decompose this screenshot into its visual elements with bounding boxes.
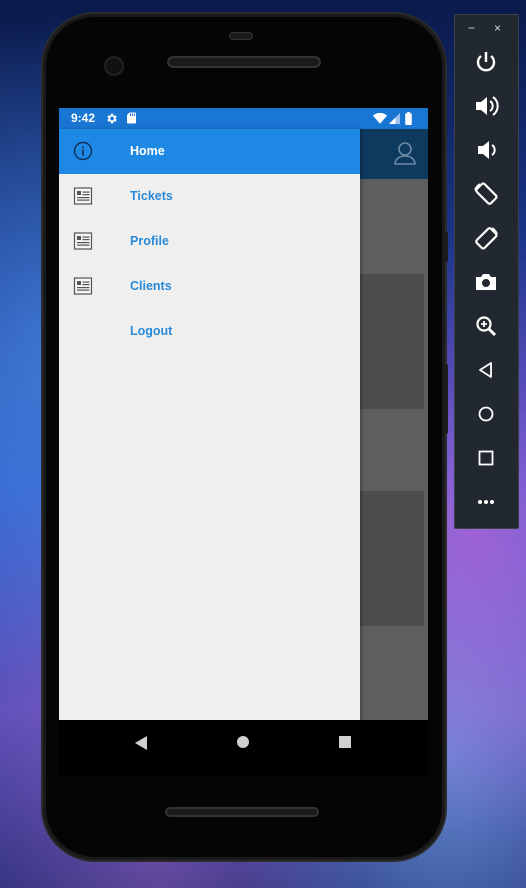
battery-icon [405,112,412,125]
drawer-item-label: Profile [130,234,169,248]
phone-frame: 9:42 Home Tickets Profile Clients Logout [43,14,448,860]
drawer-item-profile[interactable]: Profile [59,219,360,264]
content-card [359,491,424,626]
drawer-item-tickets[interactable]: Tickets [59,174,360,219]
drawer-item-label: Home [130,144,165,158]
rotate-left-icon[interactable] [473,181,499,207]
list-icon [73,187,93,205]
signal-icon [389,113,400,124]
drawer-item-clients[interactable]: Clients [59,264,360,309]
back-icon[interactable] [133,735,149,751]
power-icon[interactable] [473,49,499,75]
navigation-drawer: Home Tickets Profile Clients Logout [59,129,360,720]
wifi-icon [373,113,387,124]
camera-icon[interactable] [473,269,499,295]
drawer-item-label: Tickets [130,189,173,203]
zoom-icon[interactable] [473,313,499,339]
home-icon[interactable] [473,401,499,427]
status-time: 9:42 [71,111,96,125]
content-card [359,274,424,409]
back-icon[interactable] [473,357,499,383]
volume-down-icon[interactable] [473,137,499,163]
list-icon [73,277,93,295]
user-icon[interactable] [394,141,416,165]
settings-icon [107,113,117,124]
recents-icon[interactable] [338,735,352,749]
emulator-toolbar: − × [454,14,519,529]
info-icon [73,141,93,161]
drawer-item-label: Clients [130,279,172,293]
device-screen: 9:42 Home Tickets Profile Clients Logout [59,108,428,720]
sd-card-icon [127,112,136,124]
volume-up-icon[interactable] [473,93,499,119]
phone-side-button [444,364,448,434]
drawer-item-home[interactable]: Home [59,129,360,174]
drawer-item-label: Logout [130,324,173,338]
phone-side-button [444,232,448,262]
overview-icon[interactable] [473,445,499,471]
home-icon[interactable] [236,735,250,749]
front-camera [104,56,124,76]
rotate-right-icon[interactable] [473,225,499,251]
more-icon[interactable] [473,489,499,515]
status-bar: 9:42 [59,108,428,129]
minimize-button[interactable]: − [468,21,475,35]
close-button[interactable]: × [494,21,501,35]
earpiece-speaker [167,56,321,68]
top-sensor [229,32,253,40]
bottom-speaker [165,807,319,817]
list-icon [73,232,93,250]
drawer-item-logout[interactable]: Logout [59,309,360,354]
android-nav-bar [59,720,428,776]
